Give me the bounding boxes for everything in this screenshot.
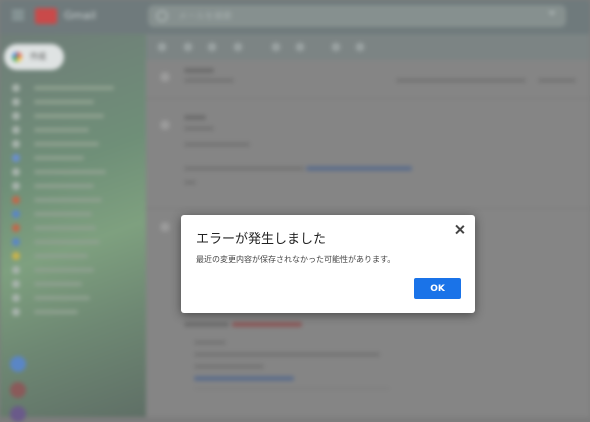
toolbar	[146, 34, 590, 60]
search-options-icon[interactable]	[548, 11, 556, 16]
avatar[interactable]	[10, 406, 26, 422]
error-dialog: エラーが発生しました 最近の変更内容が保存されなかった可能性があります。 OK	[181, 215, 475, 313]
sidebar-item[interactable]	[12, 182, 132, 190]
search-icon	[156, 10, 168, 22]
ok-button[interactable]: OK	[414, 278, 461, 299]
avatar[interactable]	[10, 356, 26, 372]
gmail-logo-icon	[35, 8, 57, 24]
app-logo-text: Gmail	[64, 9, 97, 22]
sidebar-item[interactable]	[12, 196, 132, 204]
sidebar-item[interactable]	[12, 154, 132, 162]
compose-label: 作成	[30, 52, 46, 61]
top-bar: Gmail メールを検索	[0, 0, 590, 34]
sidebar-item[interactable]	[12, 224, 132, 232]
sidebar-item[interactable]	[12, 126, 132, 134]
label-icon[interactable]	[356, 43, 364, 51]
mail-icon[interactable]	[272, 43, 280, 51]
avatar	[160, 120, 170, 130]
spam-icon[interactable]	[208, 43, 216, 51]
dialog-title: エラーが発生しました	[196, 232, 327, 247]
sidebar-item[interactable]	[12, 98, 132, 106]
compose-button[interactable]: 作成	[4, 44, 64, 70]
sidebar-item[interactable]	[12, 266, 132, 274]
dialog-message: 最近の変更内容が保存されなかった可能性があります。	[196, 255, 396, 264]
sidebar-item[interactable]	[12, 112, 132, 120]
sidebar-item[interactable]	[12, 238, 132, 246]
clock-icon[interactable]	[296, 43, 304, 51]
close-icon[interactable]	[454, 224, 466, 236]
avatar	[160, 72, 170, 82]
compose-plus-icon	[12, 52, 22, 62]
sidebar-item[interactable]	[12, 210, 132, 218]
move-icon[interactable]	[332, 43, 340, 51]
sidebar-item[interactable]	[12, 308, 132, 316]
sidebar-item[interactable]	[12, 252, 132, 260]
sidebar-item[interactable]	[12, 294, 132, 302]
search-input[interactable]: メールを検索	[148, 5, 566, 27]
search-placeholder: メールを検索	[178, 12, 233, 22]
avatar	[160, 222, 170, 232]
sidebar-item[interactable]	[12, 280, 132, 288]
menu-icon[interactable]	[12, 10, 24, 20]
sidebar-item[interactable]	[12, 140, 132, 148]
background-app: Gmail メールを検索 作成	[0, 0, 590, 422]
back-icon[interactable]	[158, 43, 166, 51]
sidebar-item[interactable]	[12, 168, 132, 176]
delete-icon[interactable]	[234, 43, 242, 51]
sidebar: 作成	[0, 34, 146, 422]
sidebar-item[interactable]	[12, 84, 132, 92]
archive-icon[interactable]	[184, 43, 192, 51]
avatar[interactable]	[10, 382, 26, 398]
